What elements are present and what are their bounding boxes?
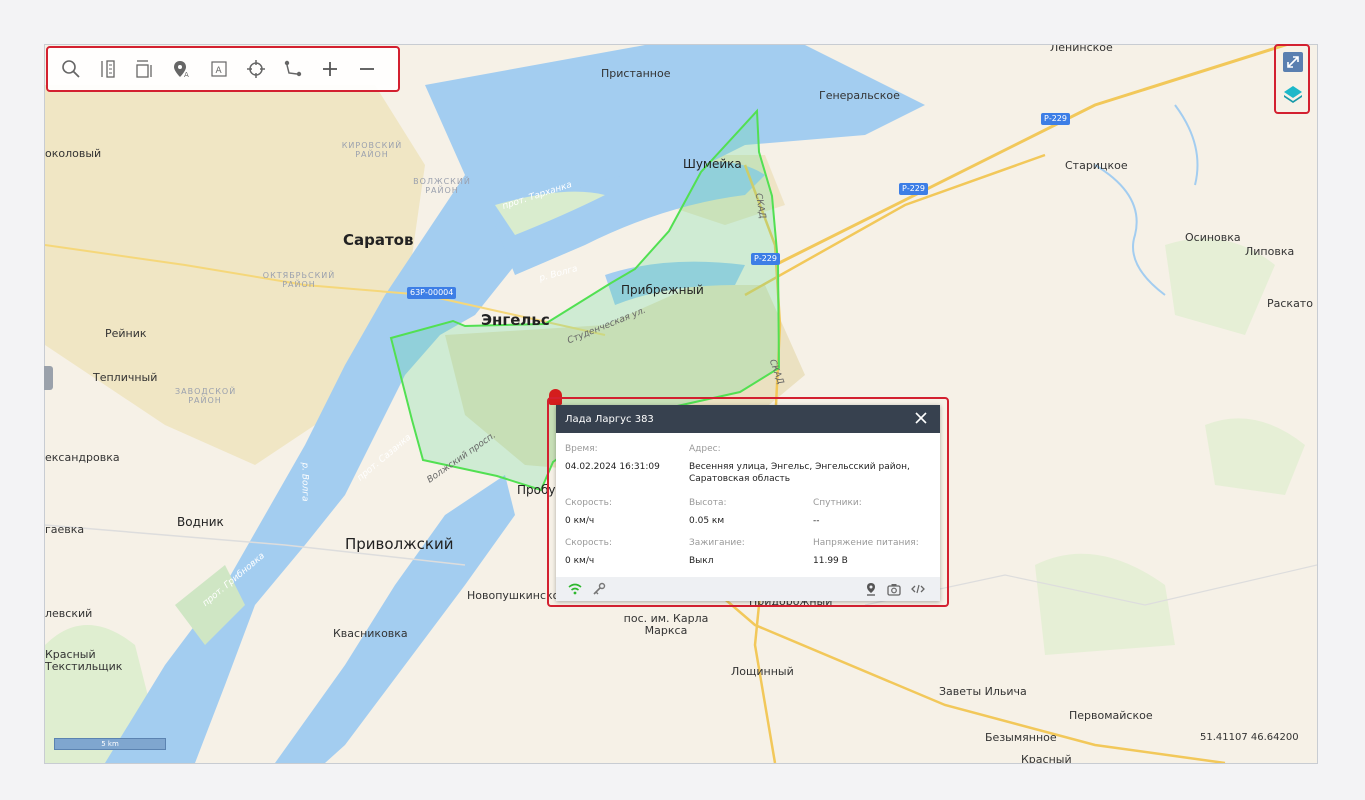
map-label-zavodskoy: ЗАВОДСКОЙ РАЙОН — [175, 387, 237, 405]
cursor-coordinates: 51.41107 46.64200 — [1200, 732, 1299, 743]
poi-button[interactable]: A — [167, 54, 197, 84]
map-right-controls — [1274, 44, 1310, 114]
crosshair-icon — [247, 60, 265, 78]
popup-footer — [556, 577, 940, 601]
map-label-leninskoe: Ленинское — [1050, 44, 1113, 54]
map-label-volzhsky: ВОЛЖСКИЙ РАЙОН — [413, 177, 471, 195]
svg-text:A: A — [216, 66, 223, 76]
ruler-icon — [101, 60, 115, 78]
speed2-label: Скорость: — [565, 538, 612, 548]
satellites-value: -- — [813, 516, 820, 526]
fullscreen-button[interactable] — [1283, 52, 1303, 72]
satellites-label: Спутники: — [813, 498, 862, 508]
minus-icon — [360, 68, 374, 70]
address-field: Адрес: Весенняя улица, Энгельс, Энгельсс… — [689, 443, 929, 485]
text-label-button[interactable]: A — [204, 54, 234, 84]
map-label-kirovsky: КИРОВСКИЙ РАЙОН — [341, 141, 403, 159]
map-label-lipovka: Липовка — [1245, 245, 1295, 258]
code-icon[interactable] — [911, 582, 925, 596]
search-button[interactable] — [56, 54, 86, 84]
ignition-field: Зажигание: Выкл — [689, 537, 745, 567]
altitude-label: Высота: — [689, 498, 727, 508]
popup-header: Лада Ларгус 383 — [556, 405, 940, 433]
scale-bar: 5 km — [54, 738, 166, 750]
zoom-out-button[interactable] — [352, 54, 382, 84]
map-label-krasny: Красный — [1021, 753, 1072, 764]
map-label-karla-marksa: пос. им. Карла Маркса — [623, 612, 709, 637]
address-label: Адрес: — [689, 444, 721, 454]
map-toolbar: A A — [46, 46, 400, 92]
layers-button[interactable] — [1283, 84, 1303, 104]
map-label-bezymyannoe: Безымянное — [985, 731, 1057, 744]
speed-field: Скорость: 0 км/ч — [565, 497, 612, 527]
map-label-vodnik: Водник — [177, 515, 224, 529]
voltage-value: 11.99 В — [813, 556, 848, 566]
map-label-raskato: Раскато — [1267, 297, 1313, 310]
speed-label: Скорость: — [565, 498, 612, 508]
road-shield-r229: Р-229 — [1041, 113, 1070, 125]
map-label-aleksandrovka: ександровка — [45, 451, 120, 464]
ruler-button[interactable] — [93, 54, 123, 84]
voltage-field: Напряжение питания: 11.99 В — [813, 537, 919, 567]
area-measure-icon — [136, 60, 152, 78]
map-label-engels: Энгельс — [481, 311, 550, 329]
svg-text:A: A — [184, 71, 189, 79]
map-label-generalskoe: Генеральское — [819, 89, 900, 102]
altitude-value: 0.05 км — [689, 516, 725, 526]
map-label-privolzhsky: Приволжский — [345, 535, 454, 553]
search-icon — [62, 60, 80, 78]
map-label-saratov: Саратов — [343, 231, 414, 249]
map-label-loshinny: Лощинный — [731, 665, 794, 678]
time-value: 04.02.2024 16:31:09 — [565, 462, 660, 472]
map-label-osinovka: Осиновка — [1185, 231, 1241, 244]
map-label-oktyabrsky: ОКТЯБРЬСКИЙ РАЙОН — [262, 271, 336, 289]
road-shield-r229: Р-229 — [751, 253, 780, 265]
map-label-zavety: Заветы Ильича — [939, 685, 1027, 698]
text-label-icon: A — [211, 61, 227, 77]
map-label-pristannoe: Пристанное — [601, 67, 671, 80]
time-label: Время: — [565, 444, 598, 454]
poi-marker-icon: A — [174, 61, 189, 79]
road-shield-63p: 63Р-00004 — [407, 287, 457, 299]
vehicle-info-popup: Лада Ларгус 383 Время: 04.02.2024 16:31:… — [556, 405, 940, 601]
layers-icon — [1284, 86, 1302, 103]
map-label-levsky: левский — [45, 607, 93, 620]
plus-icon — [323, 62, 337, 76]
area-measure-button[interactable] — [130, 54, 160, 84]
ignition-label: Зажигание: — [689, 538, 745, 548]
map-label-staritskoe: Старицкое — [1065, 159, 1128, 172]
map-label-river-volga2: р. Волга — [299, 462, 310, 502]
map-label-krasny-tekst: Красный Текстильщик — [45, 648, 123, 673]
time-field: Время: 04.02.2024 16:31:09 — [565, 443, 685, 473]
locate-button[interactable] — [241, 54, 271, 84]
location-pin-icon[interactable] — [864, 582, 878, 596]
map-label-pribrezhny: Прибрежный — [621, 283, 704, 297]
map-label-shumeyka: Шумейка — [683, 157, 742, 171]
key-icon — [593, 582, 606, 595]
road-shield-r229: Р-229 — [899, 183, 928, 195]
map-label-pervomayskoe: Первомайское — [1069, 709, 1153, 722]
zoom-in-button[interactable] — [315, 54, 345, 84]
speed2-field: Скорость: 0 км/ч — [565, 537, 612, 567]
altitude-field: Высота: 0.05 км — [689, 497, 727, 527]
address-value: Весенняя улица, Энгельс, Энгельсский рай… — [689, 462, 910, 484]
map-label-teplichny: Тепличный — [93, 371, 158, 384]
sidebar-toggle[interactable] — [44, 366, 53, 390]
voltage-label: Напряжение питания: — [813, 538, 919, 548]
ignition-value: Выкл — [689, 556, 714, 566]
map-label-kvasnikovka: Квасниковка — [333, 627, 408, 640]
camera-icon[interactable] — [887, 582, 901, 596]
popup-title: Лада Ларгус 383 — [565, 413, 654, 425]
route-icon — [284, 60, 302, 77]
map-label-sokolovy: околовый — [45, 147, 102, 160]
speed2-value: 0 км/ч — [565, 556, 595, 566]
map-label-gaevka: гаевка — [45, 523, 85, 536]
close-icon[interactable] — [914, 411, 928, 425]
map-label-reynik: Рейник — [105, 327, 147, 340]
satellites-field: Спутники: -- — [813, 497, 862, 527]
route-button[interactable] — [278, 54, 308, 84]
wifi-signal-icon — [568, 583, 582, 595]
fullscreen-icon — [1283, 52, 1303, 72]
speed-value: 0 км/ч — [565, 516, 595, 526]
